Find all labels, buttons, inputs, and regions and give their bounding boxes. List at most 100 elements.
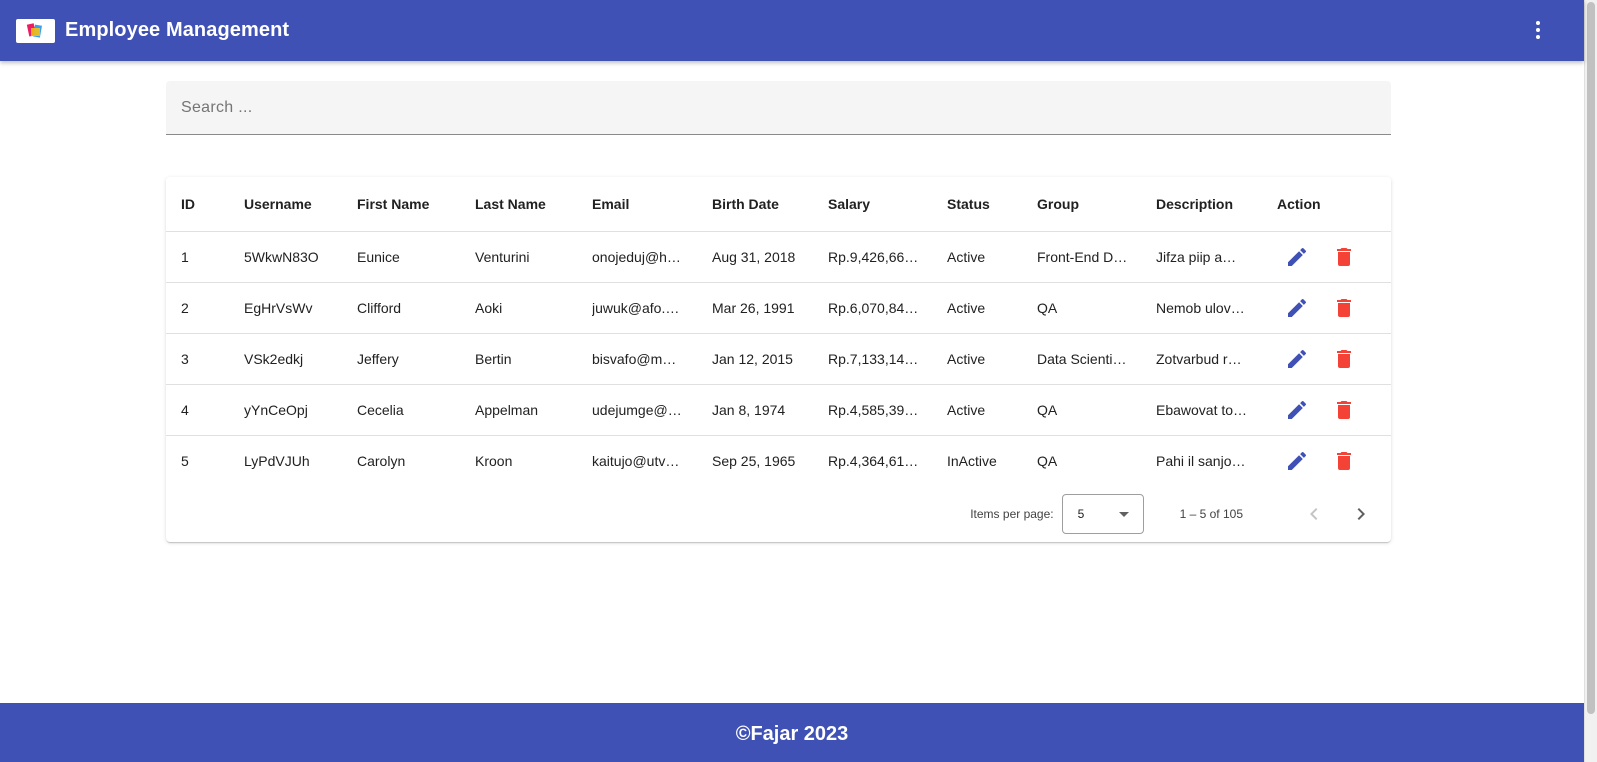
table-row[interactable]: 3 VSk2edkj Jeffery Bertin bisvafo@m… Jan… [166,333,1391,385]
cell-username: 5WkwN83O [244,231,357,283]
column-header-birth-date[interactable]: Birth Date [712,177,828,232]
search-field[interactable] [166,81,1391,135]
cell-group: QA [1037,282,1156,334]
cell-birth-date-text: Sep 25, 1965 [712,453,796,469]
delete-button[interactable] [1324,288,1364,328]
cell-status: Active [947,282,1037,334]
column-header-group[interactable]: Group [1037,177,1156,232]
column-header-id[interactable]: ID [166,177,244,232]
app-logo-icon [16,18,55,43]
cell-group-text: QA [1037,453,1058,469]
delete-button[interactable] [1324,339,1364,379]
edit-button[interactable] [1277,339,1317,379]
cell-first-name-text: Eunice [357,249,400,265]
pencil-icon [1288,349,1307,368]
cell-birth-date: Mar 26, 1991 [712,282,828,334]
cell-status: Active [947,384,1037,436]
cell-first-name-text: Jeffery [357,351,399,367]
items-per-page-select[interactable]: 5 [1061,494,1144,534]
cell-action [1277,231,1391,283]
cell-first-name: Eunice [357,231,475,283]
action-buttons [1277,436,1391,486]
column-header-first-name[interactable]: First Name [357,177,475,232]
column-header-action: Action [1277,177,1391,232]
cell-status: InActive [947,436,1037,487]
cell-salary-text: Rp.4,585,39… [828,402,919,418]
cell-description: Nemob ulov… [1156,282,1277,334]
cell-group-text: Data Scienti… [1037,351,1127,367]
table-row[interactable]: 5 LyPdVJUh Carolyn Kroon kaitujo@utv… Se… [166,436,1391,487]
cell-birth-date-text: Jan 8, 1974 [712,402,786,418]
paginator: Items per page: 5 1 – 5 of 105 [166,486,1391,542]
column-header-description[interactable]: Description [1156,177,1277,232]
delete-button[interactable] [1324,441,1364,481]
cell-last-name-text: Venturini [475,249,530,265]
edit-button[interactable] [1277,441,1317,481]
search-input[interactable] [166,81,1391,134]
column-header-email[interactable]: Email [592,177,712,232]
column-header-status[interactable]: Status [947,177,1037,232]
edit-button[interactable] [1277,288,1317,328]
column-header-salary[interactable]: Salary [828,177,947,232]
cell-birth-date: Jan 8, 1974 [712,384,828,436]
pencil-icon [1288,451,1307,470]
previous-page-button[interactable] [1294,494,1334,534]
employee-table: ID Username First Name Last Name Email B… [166,177,1391,486]
cell-email: bisvafo@m… [592,333,712,385]
cell-group-text: Front-End D… [1037,249,1128,265]
cell-first-name-text: Cecelia [357,402,404,418]
cell-last-name: Kroon [475,436,592,487]
cell-last-name: Aoki [475,282,592,334]
delete-button[interactable] [1324,237,1364,277]
next-page-button[interactable] [1341,494,1381,534]
pencil-icon [1288,247,1307,266]
cell-first-name: Clifford [357,282,475,334]
column-header-username[interactable]: Username [244,177,357,232]
cell-username-text: 5WkwN83O [244,249,319,265]
cell-email: onojeduj@h… [592,231,712,283]
cell-last-name: Bertin [475,333,592,385]
cell-id-text: 2 [181,300,189,316]
page-scrollbar[interactable] [1584,0,1597,762]
cell-last-name-text: Aoki [475,300,503,316]
cell-birth-date-text: Aug 31, 2018 [712,249,796,265]
cell-email-text: bisvafo@m… [592,351,677,367]
cell-email-text: kaitujo@utv… [592,453,680,469]
edit-button[interactable] [1277,237,1317,277]
cell-first-name: Carolyn [357,436,475,487]
cell-first-name-text: Clifford [357,300,402,316]
cell-first-name: Jeffery [357,333,475,385]
cell-salary: Rp.7,133,14… [828,333,947,385]
scrollbar-thumb[interactable] [1587,2,1595,714]
footer-copyright: ©Fajar 2023 [735,722,849,745]
pencil-icon [1288,400,1307,419]
cell-group: QA [1037,384,1156,436]
cell-last-name-text: Appelman [475,402,539,418]
edit-button[interactable] [1277,390,1317,430]
pencil-icon [1288,298,1307,317]
cell-action [1277,436,1391,487]
cell-salary-text: Rp.4,364,61… [828,453,919,469]
column-header-last-name[interactable]: Last Name [475,177,592,232]
table-row[interactable]: 1 5WkwN83O Eunice Venturini onojeduj@h… … [166,231,1391,283]
delete-button[interactable] [1324,390,1364,430]
table-row[interactable]: 4 yYnCeOpj Cecelia Appelman udejumge@… J… [166,384,1391,436]
cell-id-text: 5 [181,453,189,469]
cell-description-text: Nemob ulov… [1156,300,1245,316]
cell-group: QA [1037,436,1156,487]
cell-id-text: 1 [181,249,189,265]
cell-id: 5 [166,436,244,487]
chevron-right-icon [1357,508,1365,520]
cell-status: Active [947,231,1037,283]
trash-icon [1337,299,1351,317]
cell-id: 1 [166,231,244,283]
cell-status-text: Active [947,402,986,418]
more-vert-icon[interactable] [1526,18,1550,42]
items-per-page-value: 5 [1077,507,1085,521]
cell-description: Zotvarbud r… [1156,333,1277,385]
cell-birth-date: Aug 31, 2018 [712,231,828,283]
cell-description-text: Zotvarbud r… [1156,351,1242,367]
table-row[interactable]: 2 EgHrVsWv Clifford Aoki juwuk@afo.… Mar… [166,282,1391,334]
cell-id: 4 [166,384,244,436]
cell-action [1277,384,1391,436]
